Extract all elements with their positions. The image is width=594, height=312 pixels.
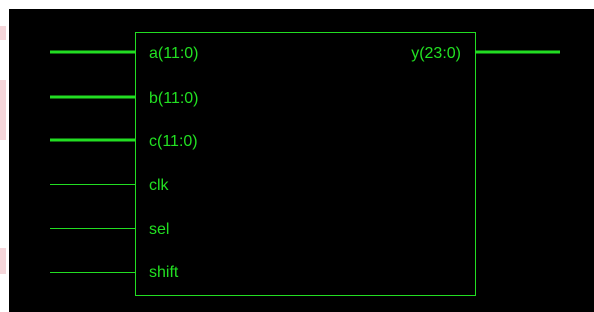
port-label-c: c(11:0) <box>149 133 198 150</box>
port-label-a: a(11:0) <box>149 45 199 62</box>
port-label-y: y(23:0) <box>411 45 461 62</box>
port-label-sel: sel <box>149 221 169 238</box>
port-label-b: b(11:0) <box>149 90 199 107</box>
port-label-clk: clk <box>149 177 170 194</box>
component-body[interactable] <box>135 32 476 296</box>
schematic-symbol: a(11:0) b(11:0) c(11:0) clk sel shift y(… <box>50 32 560 296</box>
port-label-shift: shift <box>149 264 179 281</box>
